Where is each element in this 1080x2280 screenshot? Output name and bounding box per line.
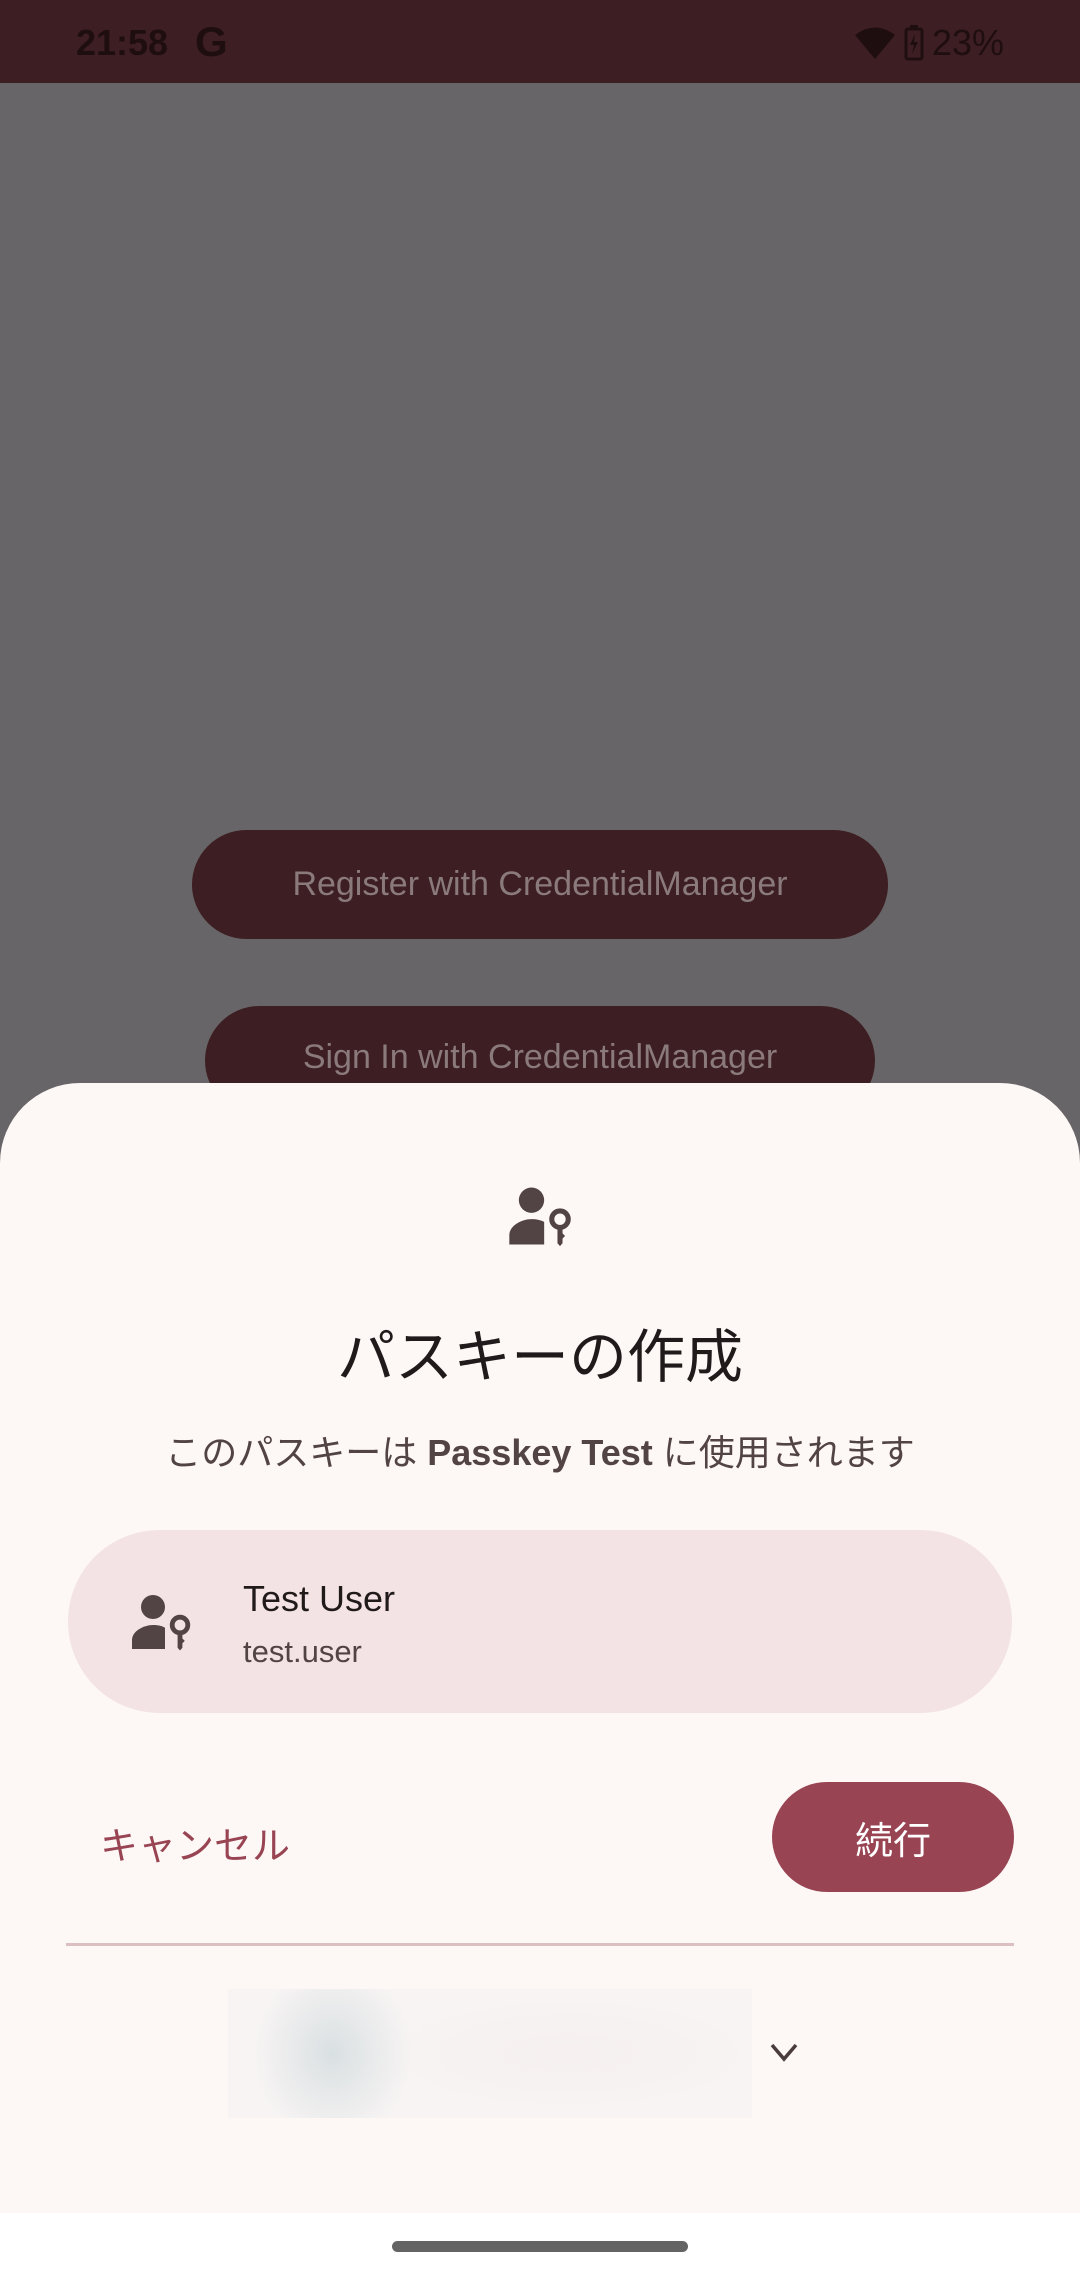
wifi-icon [854,27,895,59]
redacted-account-area[interactable] [228,1989,752,2118]
sheet-subtitle: このパスキーは Passkey Test に使用されます [0,1424,1080,1476]
sheet-title: パスキーの作成 [336,1325,743,1390]
google-icon: G [195,18,228,65]
account-username: test.user [243,1634,362,1669]
status-bar: 21:58 G 23% [0,0,1080,83]
account-card[interactable]: Test User test.user [68,1530,1012,1713]
account-display-name: Test User [243,1578,396,1619]
subtitle-text-end: に使用されます [652,1432,915,1473]
passkey-icon [509,1187,571,1247]
cancel-button[interactable]: キャンセル [100,1815,290,1870]
register-button[interactable]: Register with CredentialManager [192,830,888,939]
chevron-down-icon[interactable] [764,2035,804,2069]
navigation-bar [0,2213,1080,2280]
continue-button[interactable]: 続行 [772,1782,1014,1892]
battery-charging-icon [904,25,924,61]
battery-percent: 23% [931,22,1004,63]
divider [66,1943,1014,1946]
home-gesture-handle[interactable] [392,2241,688,2252]
passkey-icon [132,1595,191,1651]
subtitle-text: このパスキーは [165,1432,428,1473]
app-name: Passkey Test [427,1432,653,1473]
status-time: 21:58 [76,22,169,63]
